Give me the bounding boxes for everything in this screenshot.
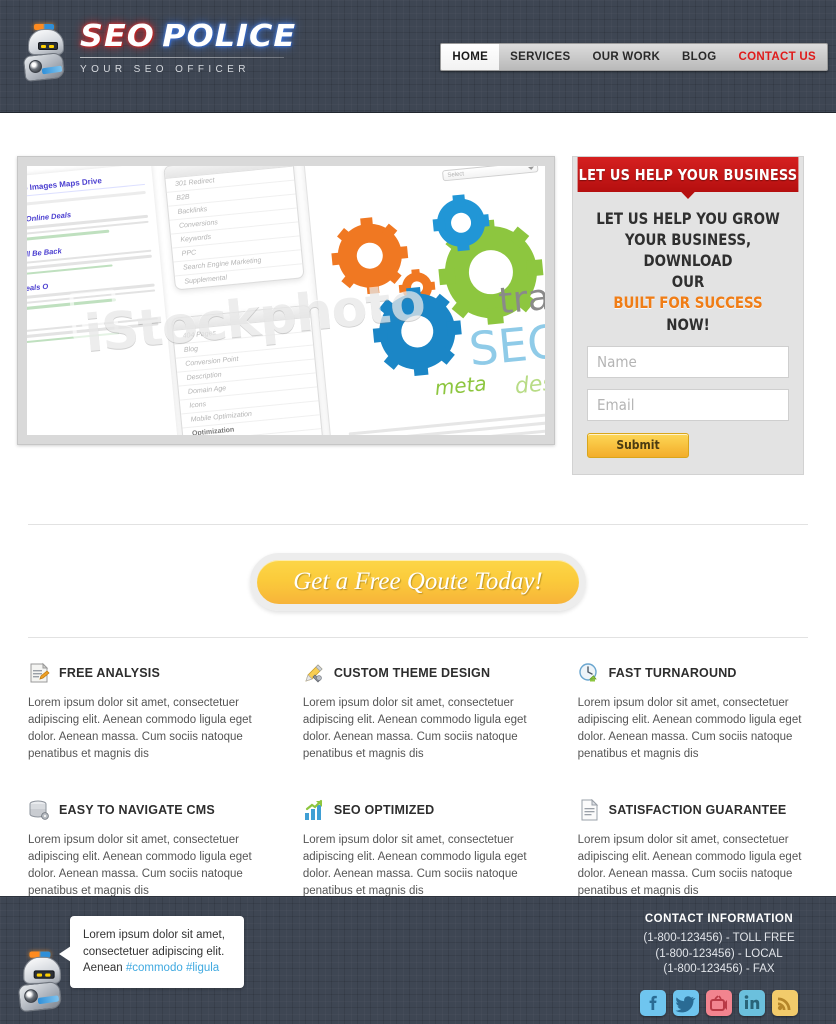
feature-easy-cms: EASY TO NAVIGATE CMS Lorem ipsum dolor s… — [28, 799, 303, 900]
nav-item-services[interactable]: SERVICES — [499, 44, 581, 70]
contact-information: CONTACT INFORMATION (1-800-123456) - TOL… — [624, 913, 814, 1016]
feature-satisfaction-guarantee: SATISFACTION GUARANTEE Lorem ipsum dolor… — [577, 798, 808, 900]
logo-tagline: YOUR SEO OFFICER — [80, 64, 250, 75]
contact-phone-fax: (1-800-123456) - FAX — [663, 963, 775, 976]
serp-results-mock: Web Images Maps Drive for Online Deals W… — [27, 166, 186, 435]
twitter-icon[interactable] — [673, 989, 699, 1016]
email-input[interactable] — [587, 388, 789, 421]
feature-header: SEO OPTIMIZED — [303, 799, 556, 821]
certificate-page-icon — [578, 798, 600, 821]
logo-divider — [80, 57, 284, 58]
site-header: SEO POLICE YOUR SEO OFFICER HOME SERVICES… — [0, 0, 836, 113]
rss-icon[interactable] — [772, 989, 798, 1016]
robot-police-mascot-icon — [22, 24, 68, 86]
cta-pitch: LET US HELP YOU GROW YOUR BUSINESS, DOWN… — [594, 208, 782, 335]
feature-body: Lorem ipsum dolor sit amet, consectetuer… — [28, 696, 252, 760]
footer-robot-mascot-icon — [17, 951, 65, 1016]
main-content: Web Images Maps Drive for Online Deals W… — [0, 113, 836, 900]
hero-image-frame: Web Images Maps Drive for Online Deals W… — [17, 156, 555, 445]
feature-header: FREE ANALYSIS — [28, 662, 281, 684]
feature-custom-theme-design: CUSTOM THEME DESIGN Lorem ipsum dolor si… — [303, 662, 578, 763]
hero-row: Web Images Maps Drive for Online Deals W… — [0, 113, 836, 475]
hero-image: Web Images Maps Drive for Online Deals W… — [27, 166, 545, 435]
feature-body: Lorem ipsum dolor sit amet, consectetuer… — [577, 833, 802, 897]
nav-item-home[interactable]: HOME — [441, 44, 500, 70]
feature-header: CUSTOM THEME DESIGN — [303, 662, 556, 684]
contact-title: CONTACT INFORMATION — [644, 913, 794, 925]
feature-body: Lorem ipsum dolor sit amet, consectetuer… — [28, 833, 252, 897]
main-navigation: HOME SERVICES OUR WORK BLOG CONTACT US — [440, 43, 828, 71]
hero-seo-panel: Search Engine Optimization Select Search — [301, 166, 545, 435]
logo-title: SEO POLICE — [80, 22, 296, 52]
twitter-feed-bubble[interactable]: Lorem ipsum dolor sit amet, consectetuer… — [59, 916, 244, 989]
tweet-hashtag-1[interactable]: #commodo — [126, 962, 183, 974]
feature-body: Lorem ipsum dolor sit amet, consectetuer… — [302, 833, 527, 897]
cta-pitch-highlight: BUILT FOR SUCCESS — [613, 293, 763, 313]
cta-body: LET US HELP YOU GROW YOUR BUSINESS, DOWN… — [573, 192, 803, 474]
feature-title: SEO OPTIMIZED — [333, 802, 435, 817]
cta-pitch-line-3: OUR — [671, 272, 705, 292]
nav-item-contact-us[interactable]: CONTACT US — [727, 44, 827, 70]
feature-header: EASY TO NAVIGATE CMS — [28, 799, 281, 821]
features-row-1: FREE ANALYSIS Lorem ipsum dolor sit amet… — [28, 662, 808, 763]
logo-text: SEO POLICE YOUR SEO OFFICER — [80, 20, 295, 75]
hero-card-1: 301 Redirect B2B Backlinks Conversions K… — [163, 166, 305, 291]
cta-notch — [680, 191, 696, 199]
logo-title-police: POLICE — [162, 19, 297, 54]
database-icon — [28, 799, 50, 821]
site-logo[interactable]: SEO POLICE YOUR SEO OFFICER — [22, 20, 295, 86]
feature-header: SATISFACTION GUARANTEE — [578, 798, 808, 821]
hero-word-meta: meta — [433, 371, 488, 401]
cta-pitch-line-1: LET US HELP YOU GROW — [596, 209, 780, 228]
feature-body: Lorem ipsum dolor sit amet, consectetuer… — [577, 696, 802, 760]
cta-heading: LET US HELP YOUR BUSINESS — [577, 157, 799, 199]
contact-phone-toll-free: (1-800-123456) - TOLL FREE — [643, 932, 795, 944]
features-row-2: EASY TO NAVIGATE CMS Lorem ipsum dolor s… — [28, 798, 808, 900]
youtube-tv-icon[interactable] — [706, 989, 732, 1016]
hero-word-seo: SEO — [466, 313, 545, 377]
submit-button[interactable]: Submit — [587, 432, 689, 458]
feature-title: EASY TO NAVIGATE CMS — [59, 802, 215, 817]
feature-title: FREE ANALYSIS — [59, 665, 161, 680]
cta-pitch-line-2: YOUR BUSINESS, DOWNLOAD — [624, 230, 752, 271]
contact-phone-local: (1-800-123456) - LOCAL — [655, 947, 783, 960]
feature-title: CUSTOM THEME DESIGN — [333, 665, 491, 680]
social-links — [624, 989, 814, 1016]
features-section: FREE ANALYSIS Lorem ipsum dolor sit amet… — [0, 638, 836, 900]
feature-title: FAST TURNAROUND — [608, 665, 737, 680]
pencil-tools-icon — [303, 662, 325, 684]
feature-body: Lorem ipsum dolor sit amet, consectetuer… — [302, 696, 527, 760]
cta-pitch-line-4: NOW! — [666, 314, 710, 334]
get-free-quote-button[interactable]: Get a Free Qoute Today! — [250, 552, 586, 611]
hero-card-2: 404 Pages Blog Conversion Point Descript… — [170, 304, 329, 435]
feature-seo-optimized: SEO OPTIMIZED Lorem ipsum dolor sit amet… — [303, 799, 578, 900]
name-input[interactable] — [587, 345, 789, 378]
logo-title-seo: SEO — [80, 19, 155, 54]
cta-signup-box: LET US HELP YOUR BUSINESS LET US HELP YO… — [572, 156, 804, 475]
nav-item-blog[interactable]: BLOG — [671, 44, 727, 70]
cta-heading-text: LET US HELP YOUR BUSINESS — [578, 166, 798, 184]
clock-refresh-icon — [578, 662, 600, 684]
quote-cta-section: Get a Free Qoute Today! — [0, 525, 836, 637]
linkedin-icon[interactable] — [739, 989, 765, 1016]
feature-header: FAST TURNAROUND — [578, 662, 808, 684]
report-document-icon — [28, 662, 50, 684]
nav-item-our-work[interactable]: OUR WORK — [581, 44, 671, 70]
facebook-icon[interactable] — [640, 989, 666, 1016]
bar-chart-up-icon — [303, 799, 325, 821]
feature-title: SATISFACTION GUARANTEE — [608, 802, 787, 817]
feature-fast-turnaround: FAST TURNAROUND Lorem ipsum dolor sit am… — [578, 662, 808, 763]
feature-free-analysis: FREE ANALYSIS Lorem ipsum dolor sit amet… — [28, 662, 303, 763]
tweet-hashtag-2[interactable]: #ligula — [186, 962, 219, 974]
